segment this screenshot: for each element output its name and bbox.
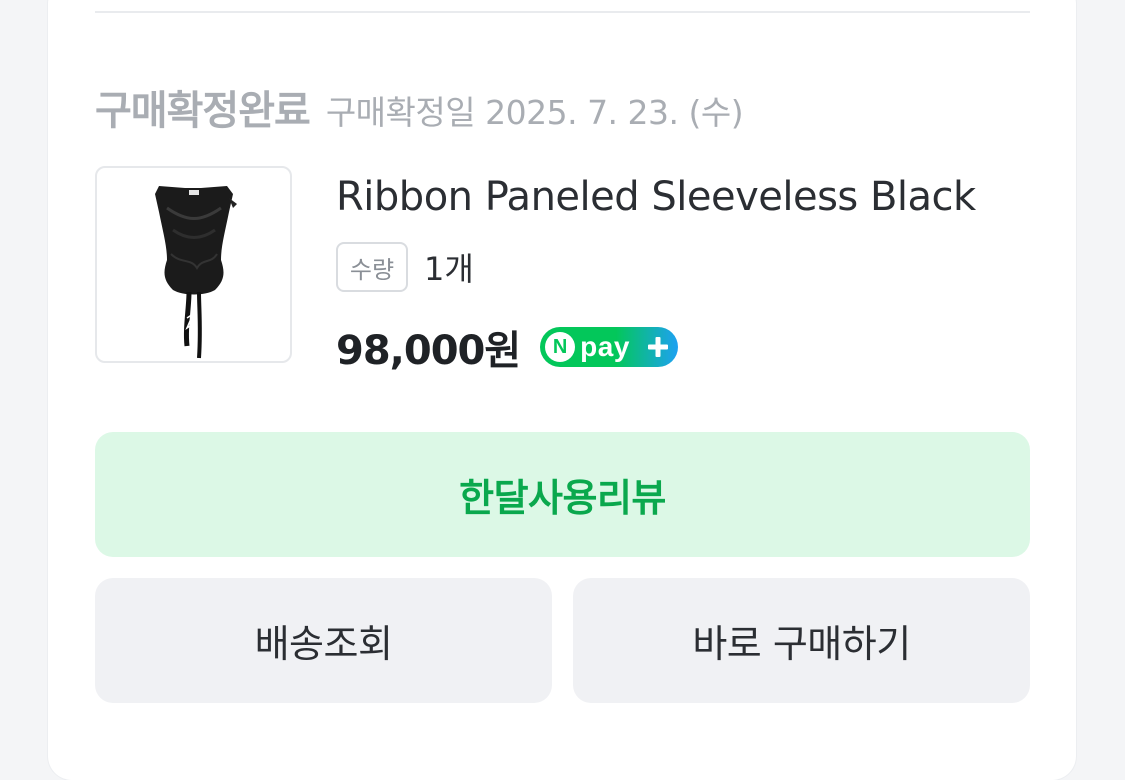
order-status-title: 구매확정완료: [95, 88, 311, 134]
product-thumbnail[interactable]: [95, 166, 292, 363]
product-price: 98,000원: [336, 328, 521, 374]
price-row: 98,000원 N pay: [336, 318, 679, 376]
confirm-date: 구매확정일 2025. 7. 23. (수): [325, 93, 744, 132]
delivery-tracking-button[interactable]: 배송조회: [95, 578, 552, 703]
buy-again-button[interactable]: 바로 구매하기: [573, 578, 1030, 703]
product-name[interactable]: Ribbon Paneled Sleeveless Black: [336, 174, 976, 220]
npay-n-logo: N: [545, 332, 576, 362]
monthly-review-button[interactable]: 한달사용리뷰: [95, 432, 1030, 557]
quantity-row: 수량 1개: [336, 242, 474, 292]
quantity-badge: 수량: [336, 242, 408, 292]
npay-text: pay: [580, 331, 630, 362]
sleeveless-top-image: [155, 186, 237, 359]
divider: [95, 11, 1030, 13]
order-status-row: 구매확정완료 구매확정일 2025. 7. 23. (수): [95, 78, 744, 134]
quantity-value: 1개: [424, 250, 474, 288]
plus-icon: [648, 337, 669, 357]
npay-badge: N pay: [540, 327, 679, 367]
